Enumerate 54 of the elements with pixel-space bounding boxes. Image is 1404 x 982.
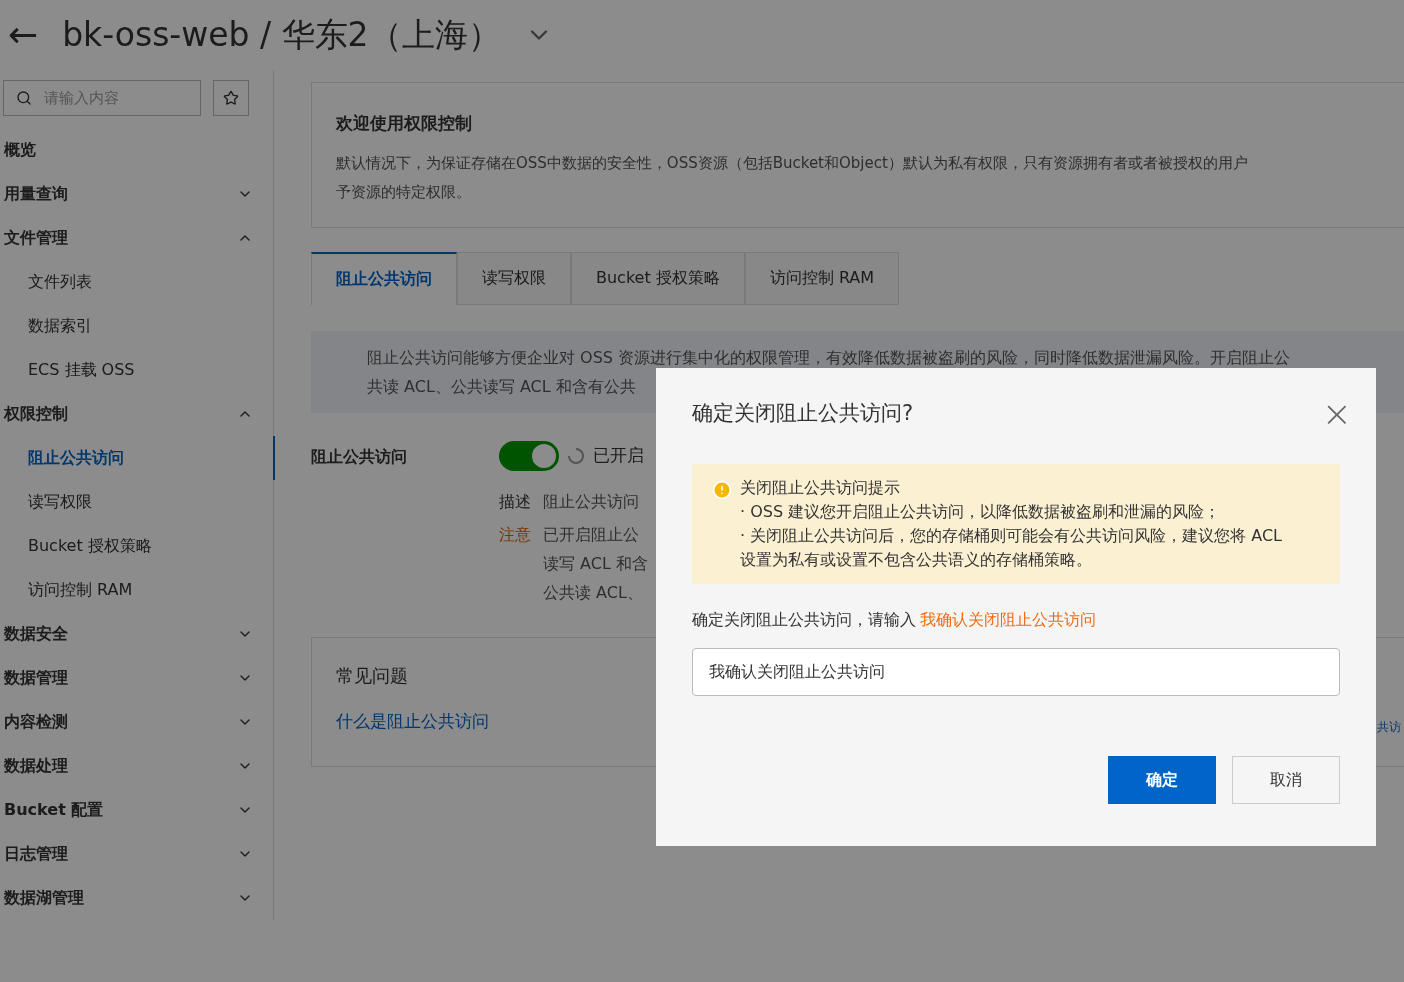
warning-text: · OSS 建议您开启阻止公共访问，以降低数据被盗刷和泄漏的风险； (740, 501, 1222, 523)
description-text: 阻止公共访问 (543, 490, 639, 513)
info-text: 阻止公共访问能够方便企业对 OSS 资源进行集中化的权限管理，有效降低数据被盗刷的风险，同时降低数据泄漏风险。开启阻止公 (367, 346, 1292, 369)
close-button[interactable]: × (1321, 396, 1352, 432)
sidebar-subitem[interactable]: ECS 挂载 OSS (0, 348, 253, 392)
toggle-switch[interactable] (499, 440, 559, 471)
note-text: 已开启阻止公 (543, 523, 640, 546)
page-title: bk-oss-web / 华东2（上海） (62, 14, 501, 57)
favorite-button[interactable] (213, 80, 249, 116)
star-icon (223, 90, 239, 106)
warning-title: 关闭阻止公共访问提示 (740, 477, 901, 499)
sidebar-group[interactable]: 日志管理 (0, 832, 253, 876)
tab[interactable]: 访问控制 RAM (744, 251, 900, 305)
note-label: 注意 (499, 523, 531, 546)
search-icon (16, 90, 32, 106)
status-text: 已开启 (593, 443, 644, 467)
sidebar-item[interactable]: 概览 (0, 128, 253, 172)
sidebar-group[interactable]: 数据管理 (0, 656, 253, 700)
sidebar-group[interactable]: 用量查询 (0, 172, 253, 216)
description-label: 描述 (499, 490, 531, 513)
sidebar-subitem[interactable]: Bucket 授权策略 (0, 524, 253, 568)
confirm-input[interactable]: 我确认关闭阻止公共访问 (692, 648, 1340, 696)
sidebar-subitem[interactable]: 文件列表 (0, 260, 253, 304)
cancel-button[interactable]: 取消 (1232, 756, 1340, 804)
welcome-text: 予资源的特定权限。 (336, 181, 472, 203)
info-text: 共读 ACL、公共读写 ACL 和含有公共 (367, 375, 637, 398)
welcome-text: 默认情况下，为保证存储在OSS中数据的安全性，OSS资源（包括Bucket和Object）默认为私有权限，只有资源拥有者或者被授权的用户 (336, 152, 1249, 174)
confirm-prompt: 确定关闭阻止公共访问，请输入 我确认关闭阻止公共访问 (692, 609, 1097, 631)
note-text: 公共读 ACL、 (543, 581, 644, 604)
faq-link[interactable]: 什么是阻止公共访问 (336, 708, 489, 734)
sidebar-group[interactable]: 数据安全 (0, 612, 253, 656)
sidebar-subitem[interactable]: 阻止公共访问 (0, 436, 275, 480)
setting-label: 阻止公共访问 (311, 445, 408, 468)
sidebar-group[interactable]: Bucket 配置 (0, 788, 253, 832)
sidebar-group[interactable]: 文件管理 (0, 216, 253, 260)
note-text: 读写 ACL 和含 (543, 552, 648, 575)
sidebar-group[interactable]: 权限控制 (0, 392, 253, 436)
warning-icon (712, 480, 732, 500)
tab[interactable]: 读写权限 (457, 251, 571, 305)
sidebar-subitem[interactable]: 数据索引 (0, 304, 253, 348)
tab[interactable]: Bucket 授权策略 (571, 251, 745, 305)
sidebar-subitem[interactable]: 读写权限 (0, 480, 253, 524)
confirm-button[interactable]: 确定 (1108, 756, 1216, 804)
loading-spinner-icon (567, 446, 585, 465)
sidebar-group[interactable]: 内容检测 (0, 700, 253, 744)
warning-text: · 关闭阻止公共访问后，您的存储桶则可能会有公共访问风险，建议您将 ACL 设置为私有或设置不包含公共语义的存储桶策略。 (740, 525, 1283, 571)
sidebar-group[interactable]: 数据处理 (0, 744, 253, 788)
sidebar-subitem[interactable]: 访问控制 RAM (0, 568, 253, 612)
dialog-title: 确定关闭阻止公共访问? (692, 400, 914, 428)
faq-link[interactable]: 共访 (1377, 717, 1401, 766)
welcome-title: 欢迎使用权限控制 (336, 112, 473, 135)
faq-title: 常见问题 (336, 663, 409, 688)
back-arrow[interactable]: ← (8, 17, 39, 53)
sidebar-group[interactable]: 数据湖管理 (0, 876, 253, 920)
